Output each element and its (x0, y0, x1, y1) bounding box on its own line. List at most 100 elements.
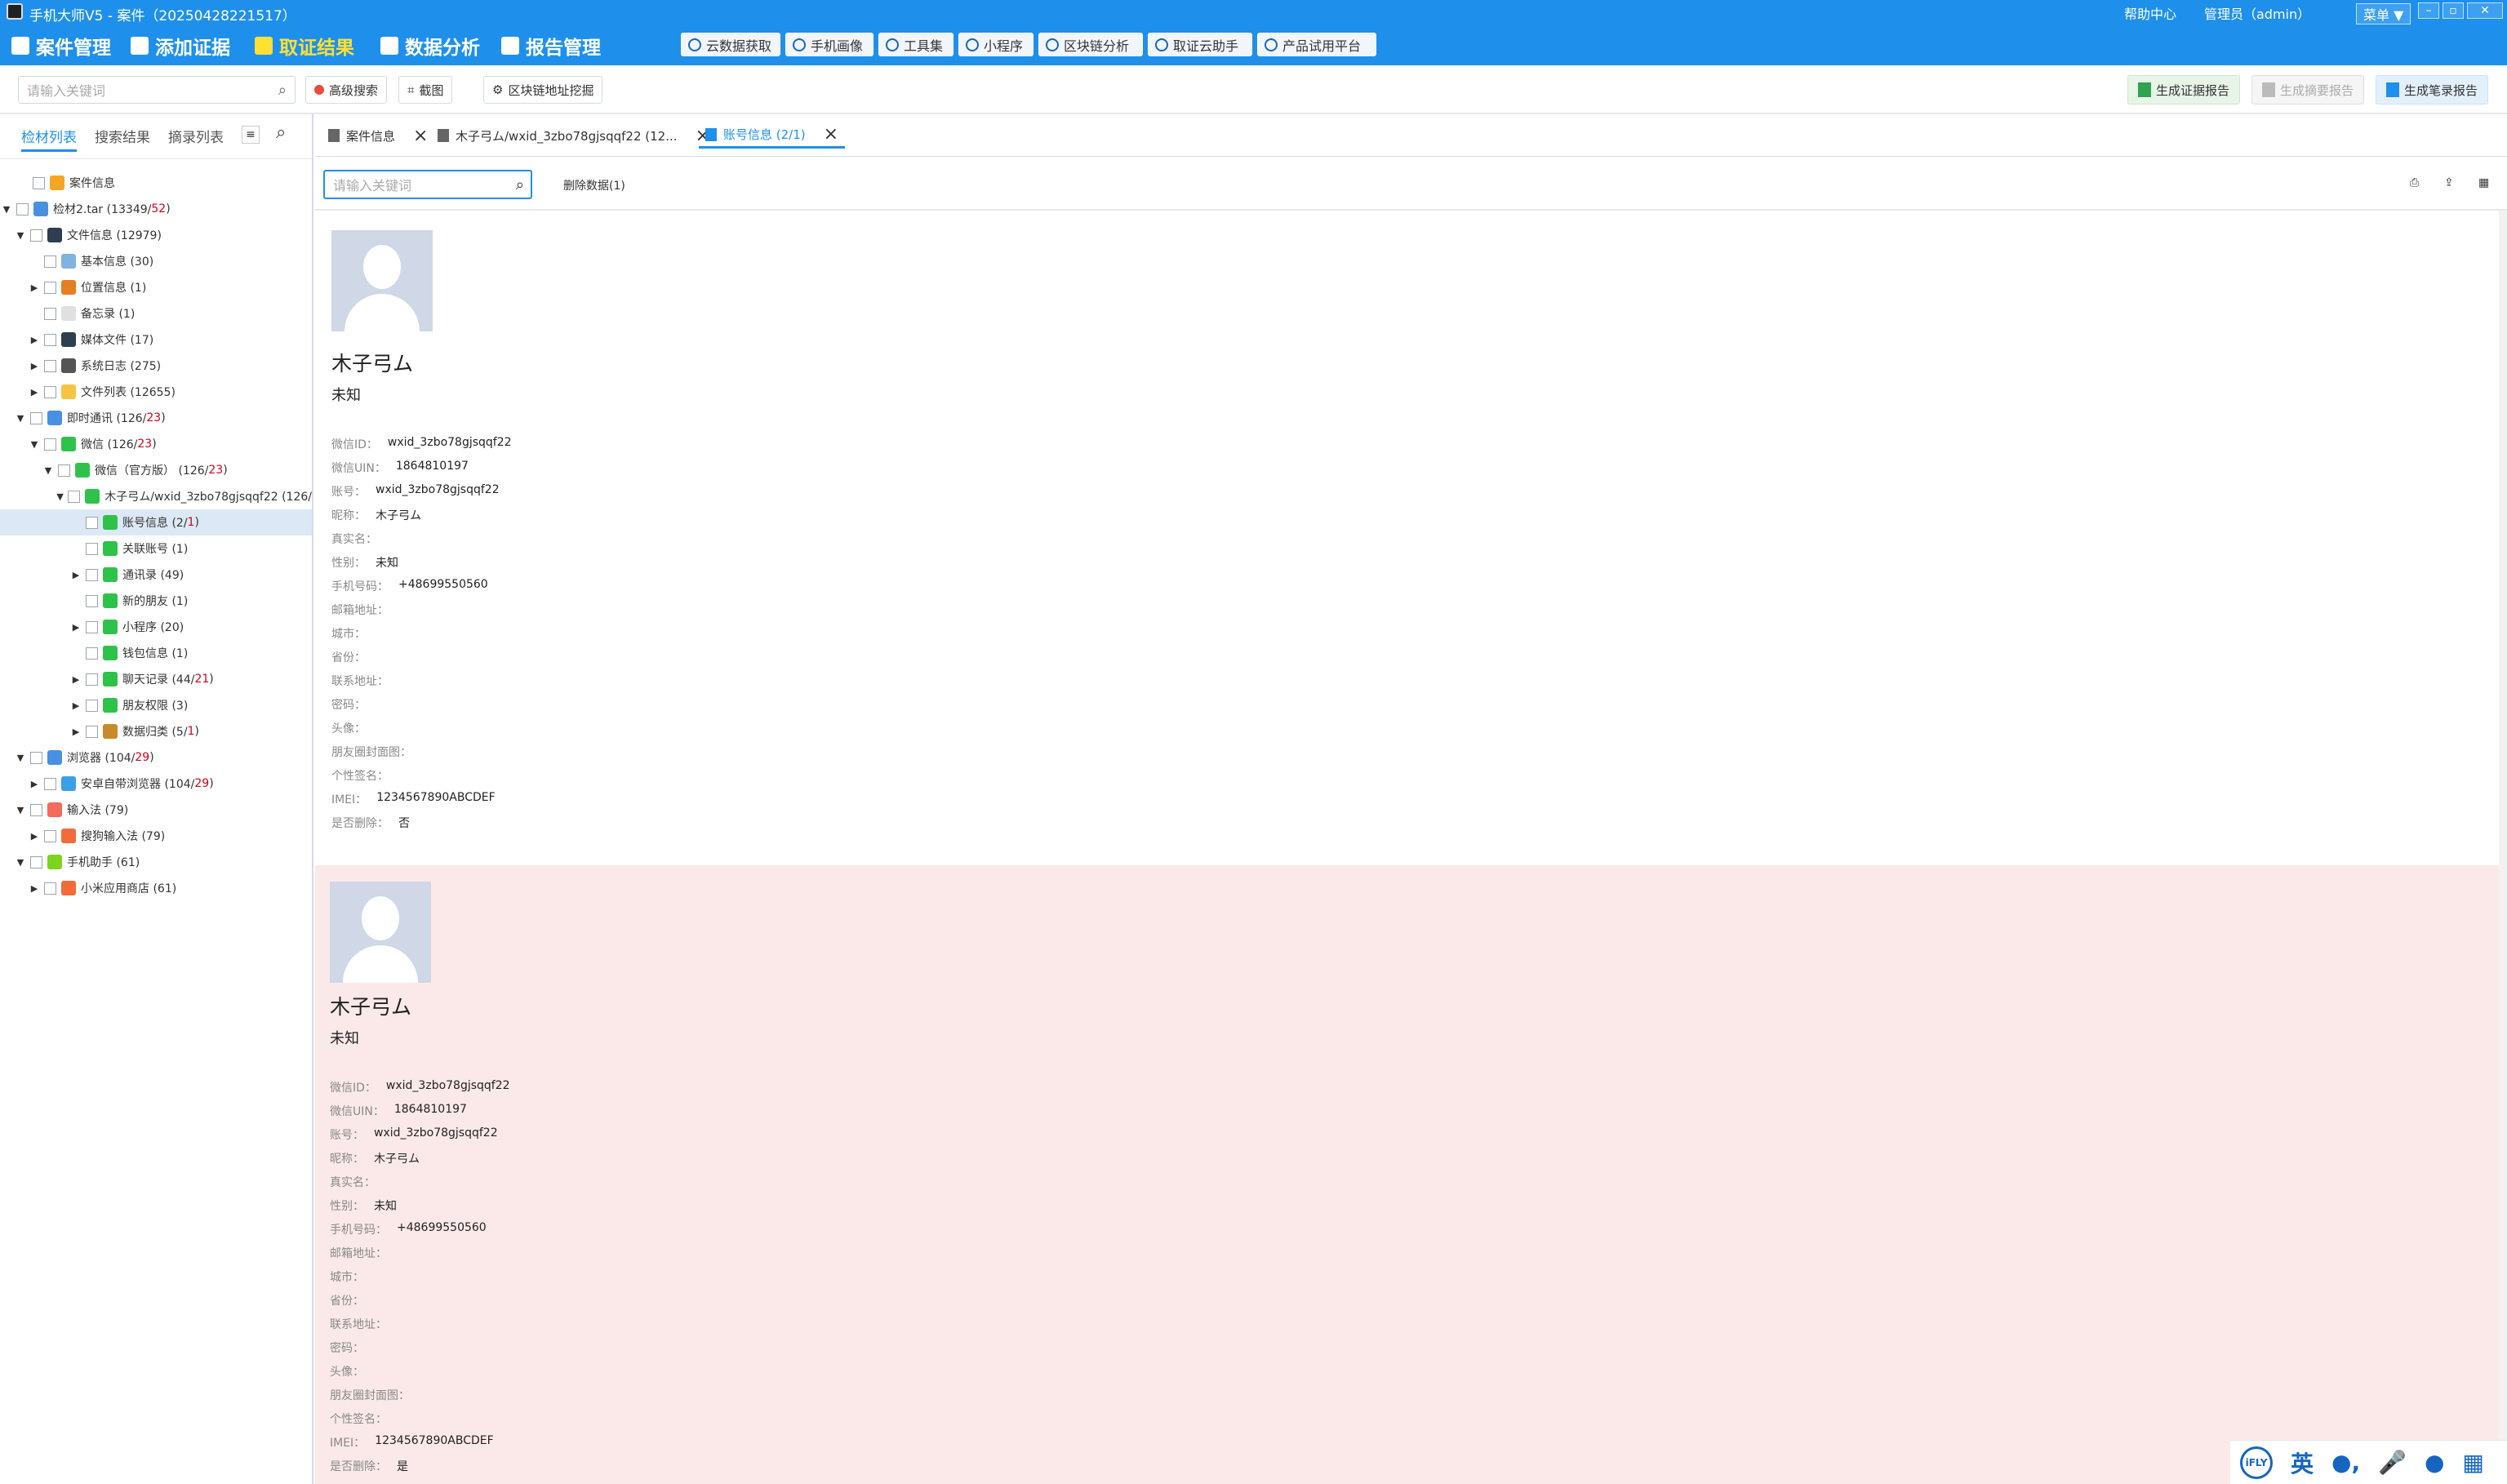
deleted-data-filter[interactable]: 删除数据(1) (563, 177, 625, 193)
chevron-right-icon[interactable]: ▶ (69, 726, 82, 737)
tree-item[interactable]: ▶ 小程序 (20) (0, 614, 312, 640)
close-tab-icon[interactable]: × (824, 124, 838, 144)
checkbox[interactable] (33, 176, 45, 189)
checkbox[interactable] (30, 855, 42, 869)
upload-icon[interactable]: ⇪ (2444, 176, 2454, 189)
tree-item[interactable]: 钱包信息 (1) (0, 640, 312, 666)
chevron-down-icon[interactable]: ▼ (0, 204, 13, 215)
generate-summary-report-button[interactable]: 生成摘要报告 (2251, 75, 2365, 104)
tree-item[interactable]: ▶ 数据归类 (5/1) (0, 718, 312, 744)
chevron-down-icon[interactable]: ▼ (42, 465, 55, 476)
checkbox[interactable] (44, 307, 56, 320)
user-icon[interactable]: ● (2425, 1449, 2444, 1476)
chevron-right-icon[interactable]: ▶ (28, 282, 41, 293)
chevron-down-icon[interactable]: ▼ (14, 857, 27, 868)
export-icon[interactable]: ⎙ (2410, 176, 2419, 189)
checkbox[interactable] (30, 411, 42, 424)
chevron-down-icon[interactable]: ▼ (56, 491, 64, 502)
tree-item[interactable]: ▼ 浏览器 (104/29) (0, 744, 312, 771)
chevron-right-icon[interactable]: ▶ (28, 335, 41, 345)
screenshot-button[interactable]: ⌗ 截图 (398, 76, 453, 104)
generate-evidence-report-button[interactable]: 生成证据报告 (2127, 75, 2241, 104)
minimize-button[interactable]: – (2418, 2, 2439, 19)
blockchain-analysis-button[interactable]: 区块链分析 (1038, 33, 1143, 56)
checkbox[interactable] (44, 281, 56, 294)
checkbox[interactable] (30, 751, 42, 764)
checkbox[interactable] (86, 594, 98, 607)
chevron-right-icon[interactable]: ▶ (28, 831, 41, 842)
checkbox[interactable] (44, 255, 56, 268)
tab-search-results[interactable]: 搜索结果 (95, 126, 150, 146)
tree-item[interactable]: ▶ 通讯录 (49) (0, 562, 312, 588)
search-icon[interactable]: ⌕ (278, 82, 287, 99)
checkbox[interactable] (44, 333, 56, 346)
checkbox[interactable] (44, 829, 56, 842)
chevron-down-icon[interactable]: ▼ (14, 805, 27, 815)
apps-icon[interactable]: ▦ (2462, 1449, 2483, 1476)
tree-item[interactable]: ▶ 安卓自带浏览器 (104/29) (0, 771, 312, 797)
tree-item[interactable]: ▼ 即时通讯 (126/23) (0, 405, 312, 431)
checkbox[interactable] (86, 699, 98, 712)
help-center-link[interactable]: 帮助中心 (2124, 3, 2176, 23)
scrollbar[interactable] (2499, 211, 2507, 1484)
tab-evidence-list[interactable]: 检材列表 (21, 126, 77, 152)
chevron-right-icon[interactable]: ▶ (69, 700, 82, 711)
tree-item[interactable]: ▼ 微信（官方版） (126/23) (0, 457, 312, 483)
tree-item[interactable]: ▶ 聊天记录 (44/21) (0, 666, 312, 692)
nav-forensics-results[interactable]: 取证结果 (255, 31, 354, 60)
grid-view-icon[interactable]: ▦ (2478, 176, 2489, 189)
tree-item[interactable]: ▶ 位置信息 (1) (0, 274, 312, 300)
checkbox[interactable] (16, 202, 29, 215)
checkbox[interactable] (86, 542, 98, 555)
tree-item[interactable]: ▶ 系统日志 (275) (0, 353, 312, 379)
tree-item[interactable]: ▶ 媒体文件 (17) (0, 327, 312, 353)
chevron-right-icon[interactable]: ▶ (28, 883, 41, 894)
tree-item[interactable]: ▶ 文件列表 (12655) (0, 379, 312, 405)
chevron-right-icon[interactable]: ▶ (28, 779, 41, 789)
maximize-button[interactable]: ▫ (2443, 2, 2464, 19)
nav-data-analysis[interactable]: 数据分析 (380, 31, 480, 60)
nav-report-management[interactable]: 报告管理 (501, 31, 601, 60)
nav-add-evidence[interactable]: 添加证据 (131, 31, 230, 60)
main-menu-button[interactable]: 菜单 ▼ (2356, 3, 2411, 24)
tree-item[interactable]: ▶ 朋友权限 (3) (0, 692, 312, 718)
punctuation-icon[interactable]: ●, (2331, 1449, 2360, 1476)
tree-item[interactable]: ▼ 木子弓ム/wxid_3zbo78gjsqqf22 (126/ (0, 483, 312, 509)
checkbox[interactable] (86, 673, 98, 686)
chevron-down-icon[interactable]: ▼ (14, 753, 27, 763)
tree-item[interactable]: ▶ 小米应用商店 (61) (0, 875, 312, 901)
tab-case-info[interactable]: 案件信息 × (322, 122, 434, 149)
checkbox[interactable] (44, 777, 56, 790)
checkbox[interactable] (68, 490, 81, 503)
search-icon[interactable]: ⌕ (516, 176, 524, 193)
checkbox[interactable] (58, 464, 70, 477)
checkbox[interactable] (86, 725, 98, 738)
checkbox[interactable] (86, 568, 98, 581)
tree-item[interactable]: 备忘录 (1) (0, 300, 312, 327)
trial-platform-button[interactable]: 产品试用平台 (1257, 33, 1376, 56)
tree-item[interactable]: 案件信息 (0, 170, 312, 196)
close-window-button[interactable]: ✕ (2467, 2, 2503, 19)
user-menu[interactable]: 管理员（admin） (2204, 3, 2310, 23)
checkbox[interactable] (86, 620, 98, 633)
chevron-right-icon[interactable]: ▶ (69, 674, 82, 685)
checkbox[interactable] (30, 229, 42, 242)
tree-item[interactable]: ▼ 输入法 (79) (0, 797, 312, 823)
chevron-right-icon[interactable]: ▶ (69, 570, 82, 580)
tree-item[interactable]: ▶ 搜狗输入法 (79) (0, 823, 312, 849)
tree-item[interactable]: ▼ 检材2.tar (13349/52) (0, 196, 312, 222)
chevron-down-icon[interactable]: ▼ (28, 439, 41, 450)
chevron-right-icon[interactable]: ▶ (69, 622, 82, 633)
tab-wechat-account[interactable]: 木子弓ム/wxid_3zbo78gjsqqf22 (12... × (431, 122, 717, 149)
checkbox[interactable] (30, 803, 42, 816)
chevron-right-icon[interactable]: ▶ (28, 361, 41, 371)
tree-item[interactable]: ▼ 手机助手 (61) (0, 849, 312, 875)
forensic-cloud-assistant-button[interactable]: 取证云助手 (1148, 33, 1252, 56)
microphone-icon[interactable]: 🎤 (2378, 1449, 2407, 1476)
search-icon[interactable]: ⌕ (276, 122, 286, 143)
generate-record-report-button[interactable]: 生成笔录报告 (2376, 75, 2489, 104)
cloud-data-button[interactable]: 云数据获取 (681, 33, 780, 56)
chevron-down-icon[interactable]: ▼ (14, 230, 27, 241)
advanced-search-button[interactable]: 高级搜索 (305, 76, 388, 104)
checkbox[interactable] (86, 646, 98, 660)
